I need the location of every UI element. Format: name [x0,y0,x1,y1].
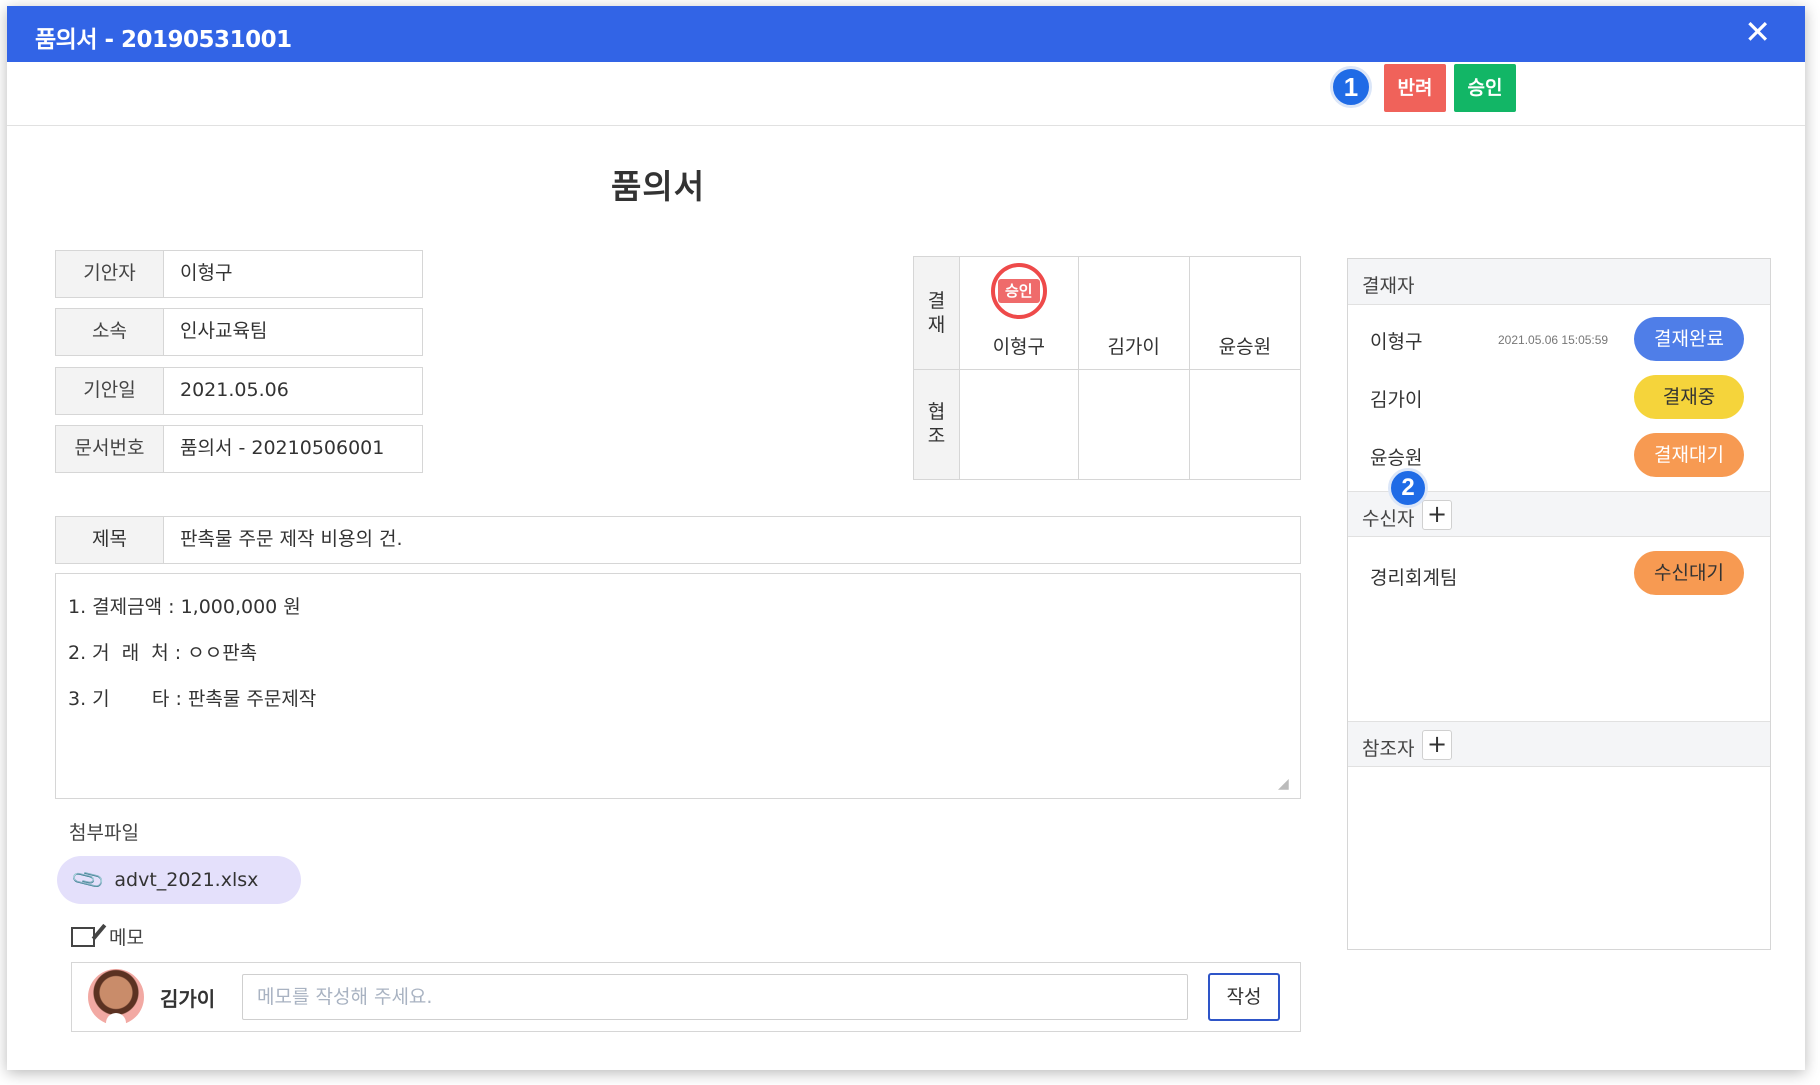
memo-composer: 김가이 작성 [71,962,1301,1032]
approvers-header: 결재자 [1348,259,1770,305]
reject-button[interactable]: 반려 [1384,64,1446,112]
approved-stamp-icon: 승인 [990,262,1047,319]
field-department: 소속 인사교육팀 [55,308,423,356]
receivers-title: 수신자 [1362,508,1415,530]
stamp-text: 승인 [997,278,1040,303]
memo-section-label: 메모 [71,923,144,950]
signer-cell: 김가이 [1077,256,1190,370]
signer-cell: 윤승원 [1188,256,1302,370]
document-heading: 품의서 [611,167,706,206]
signer-cell: 승인 이형구 [959,256,1079,370]
approval-document-window: 품의서 - 20190531001 ✕ 1 반려 승인 품의서 기안자 이형구 … [7,6,1805,1070]
window-title: 품의서 - 20190531001 [35,27,292,53]
receiver-row: 경리회계팀 수신대기 [1348,549,1770,597]
field-draft-date: 기안일 2021.05.06 [55,367,423,415]
receivers-header: 수신자 + 2 [1348,468,1770,537]
add-reference-button[interactable]: + [1422,730,1452,760]
cooperation-cell [959,368,1079,480]
field-value: 2021.05.06 [180,379,289,401]
status-badge: 수신대기 [1634,551,1744,595]
memo-submit-button[interactable]: 작성 [1208,973,1280,1021]
body-line: 2. 거 래 처 : ㅇㅇ판촉 [68,642,258,664]
approval-line-panel: 결재자 이형구 2021.05.06 15:05:59 결재완료 김가이 결재중… [1347,258,1771,950]
approver-name: 이형구 [1370,331,1423,353]
approval-row-label: 결 재 [913,256,960,370]
approver-name: 김가이 [1370,389,1423,411]
cooperation-row-label: 협 조 [913,368,960,480]
attachment-file-name: advt_2021.xlsx [114,869,259,891]
field-document-number: 문서번호 품의서 - 20210506001 [55,425,423,473]
signer-name: 이형구 [992,335,1046,358]
field-drafter: 기안자 이형구 [55,250,423,298]
subject-label: 제목 [56,517,164,563]
memo-author-name: 김가이 [160,986,216,1011]
document-body[interactable]: 1. 결제금액 : 1,000,000 원 2. 거 래 처 : ㅇㅇ판촉 3.… [55,573,1301,799]
approver-name: 윤승원 [1370,447,1423,469]
receiver-name: 경리회계팀 [1370,567,1458,589]
add-receiver-button[interactable]: + [1422,500,1452,530]
approver-row: 김가이 결재중 [1348,373,1770,421]
cooperation-cell [1188,368,1302,480]
field-label: 기안일 [56,368,164,414]
attachment-file-chip[interactable]: 📎 advt_2021.xlsx [57,856,301,904]
approver-timestamp: 2021.05.06 15:05:59 [1498,333,1609,347]
resize-grip-icon[interactable]: ◢ [1278,776,1294,792]
status-badge: 결재대기 [1634,433,1744,477]
signer-name: 김가이 [1107,335,1160,358]
subject-field: 제목 판촉물 주문 제작 비용의 건. [55,516,1301,564]
field-label: 소속 [56,309,164,355]
field-label: 문서번호 [56,426,164,472]
approve-button[interactable]: 승인 [1454,64,1516,112]
status-badge: 결재완료 [1634,317,1744,361]
close-icon[interactable]: ✕ [1744,16,1771,48]
approval-row-label-text: 결 재 [927,289,946,336]
avatar [88,969,144,1025]
field-value: 이형구 [180,262,233,284]
body-line: 3. 기 타 : 판촉물 주문제작 [68,688,317,710]
paperclip-icon: 📎 [70,861,108,899]
field-value: 품의서 - 20210506001 [180,437,385,459]
memo-input[interactable] [242,974,1188,1020]
signer-name: 윤승원 [1218,335,1272,358]
approver-row: 이형구 2021.05.06 15:05:59 결재완료 [1348,315,1770,363]
status-badge: 결재중 [1634,375,1744,419]
title-bar: 품의서 - 20190531001 ✕ [7,6,1805,62]
field-label: 기안자 [56,251,164,297]
memo-label-text: 메모 [109,927,144,949]
field-value: 인사교육팀 [180,320,268,342]
body-line: 1. 결제금액 : 1,000,000 원 [68,596,301,618]
memo-edit-icon [71,926,95,947]
approval-signature-grid: 결 재 승인 이형구 김가이 윤승원 협 조 [913,256,1302,480]
references-title: 참조자 [1362,738,1415,760]
references-header: 참조자 + [1348,721,1770,767]
action-toolbar: 1 반려 승인 [7,62,1805,126]
callout-marker-2: 2 [1388,468,1428,508]
subject-value: 판촉물 주문 제작 비용의 건. [180,528,403,550]
approvers-title: 결재자 [1362,275,1415,297]
attachments-label: 첨부파일 [69,822,139,844]
cooperation-cell [1077,368,1190,480]
cooperation-row-label-text: 협 조 [927,401,946,448]
callout-marker-1: 1 [1330,66,1372,108]
